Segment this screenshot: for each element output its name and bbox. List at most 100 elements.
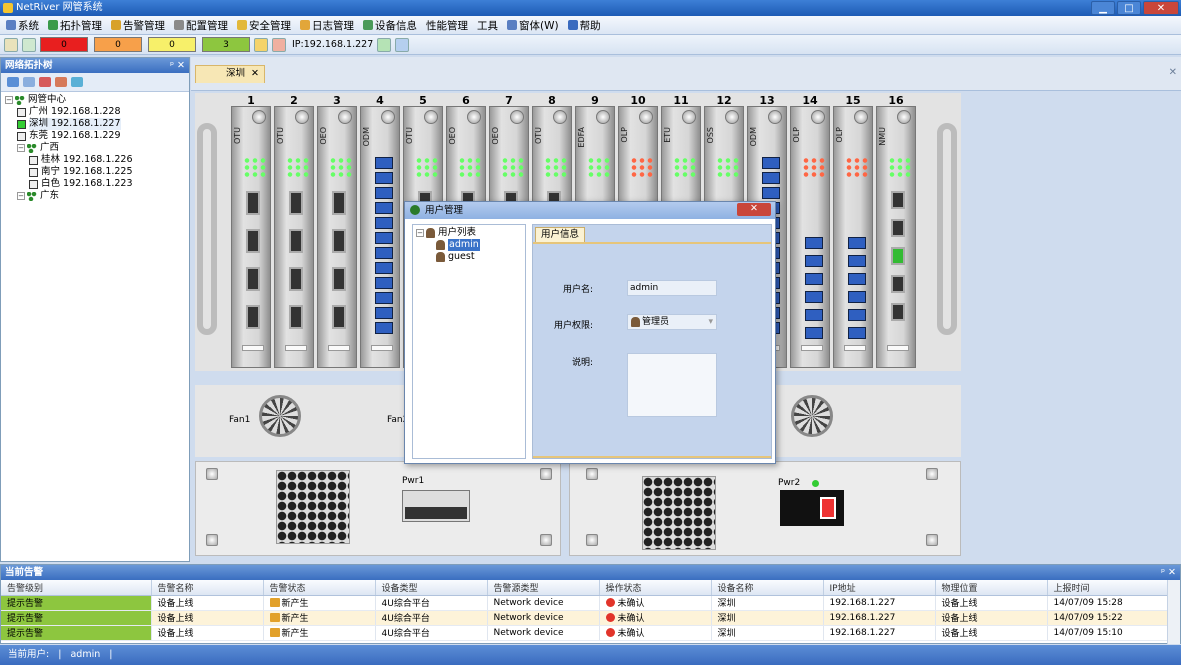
sfp-port[interactable] — [246, 305, 260, 329]
slot-card[interactable]: NMU — [876, 106, 916, 368]
fan-icon[interactable] — [791, 395, 833, 437]
card-handle[interactable] — [242, 345, 264, 351]
optical-port[interactable] — [375, 292, 393, 304]
optical-port[interactable] — [848, 273, 866, 285]
ethernet-port[interactable] — [891, 247, 905, 265]
sfp-port[interactable] — [289, 305, 303, 329]
remove-icon[interactable] — [23, 77, 35, 87]
ethernet-port[interactable] — [891, 303, 905, 321]
sfp-port[interactable] — [332, 305, 346, 329]
alarm-count[interactable]: 0 — [40, 37, 88, 52]
optical-port[interactable] — [375, 232, 393, 244]
optical-port[interactable] — [375, 217, 393, 229]
minimize-button[interactable]: ▁ — [1091, 1, 1115, 15]
menu-item[interactable]: 性能管理 — [426, 18, 468, 33]
tree-item[interactable]: 广州 192.168.1.228 — [5, 106, 189, 118]
optical-port[interactable] — [805, 309, 823, 321]
card-handle[interactable] — [285, 345, 307, 351]
menu-item[interactable]: 设备信息 — [363, 18, 417, 33]
ethernet-port[interactable] — [891, 191, 905, 209]
unlink-icon[interactable] — [55, 77, 67, 87]
optical-port[interactable] — [375, 277, 393, 289]
table-row[interactable]: 提示告警 设备上线 新产生 4U综合平台 Network device 未确认 深圳 192.… — [1, 595, 1168, 611]
optical-port[interactable] — [762, 172, 780, 184]
optical-port[interactable] — [848, 327, 866, 339]
slot-card[interactable]: OLP — [790, 106, 830, 368]
column-header[interactable]: 物理位置 — [935, 580, 1048, 596]
tree-item[interactable]: 白色 192.168.1.223 — [5, 178, 189, 190]
optical-port[interactable] — [375, 322, 393, 334]
fan1-icon[interactable] — [259, 395, 301, 437]
alarm-count[interactable]: 3 — [202, 37, 250, 52]
tree-item[interactable]: − 广东 — [5, 190, 189, 202]
link-icon[interactable] — [39, 77, 51, 87]
tree-item[interactable]: − 网管中心 — [5, 94, 189, 106]
table-row[interactable]: 提示告警 设备上线 新产生 4U综合平台 Network device 未确认 深圳 192.… — [1, 625, 1168, 641]
dialog-close-button[interactable]: ✕ — [737, 203, 771, 216]
optical-port[interactable] — [375, 262, 393, 274]
slot-card[interactable]: ODM — [360, 106, 400, 368]
power-terminal[interactable] — [402, 490, 470, 522]
column-header[interactable]: 告警源类型 — [487, 580, 600, 596]
tab-user-info[interactable]: 用户信息 — [535, 227, 585, 243]
optical-port[interactable] — [805, 255, 823, 267]
sfp-port[interactable] — [246, 191, 260, 215]
column-header[interactable]: 告警状态 — [263, 580, 376, 596]
description-field[interactable] — [627, 353, 717, 417]
tree-item[interactable]: 桂林 192.168.1.226 — [5, 154, 189, 166]
optical-port[interactable] — [848, 255, 866, 267]
column-header[interactable]: 告警名称 — [151, 580, 264, 596]
alarm-count[interactable]: 0 — [94, 37, 142, 52]
sfp-port[interactable] — [289, 229, 303, 253]
optical-port[interactable] — [805, 273, 823, 285]
optical-port[interactable] — [375, 307, 393, 319]
network-icon[interactable] — [22, 37, 36, 52]
card-handle[interactable] — [801, 345, 823, 351]
menu-item[interactable]: 窗体(W) — [507, 18, 559, 33]
optical-port[interactable] — [805, 237, 823, 249]
collapse-icon[interactable]: − — [17, 144, 25, 152]
role-select[interactable]: 管理员 ▾ — [627, 314, 717, 330]
menu-item[interactable]: 拓扑管理 — [48, 18, 102, 33]
optical-port[interactable] — [762, 187, 780, 199]
optical-port[interactable] — [375, 187, 393, 199]
chevron-down-icon[interactable]: ▾ — [708, 315, 713, 329]
optical-port[interactable] — [375, 157, 393, 169]
add-icon[interactable] — [7, 77, 19, 87]
user-item-guest[interactable]: guest — [416, 251, 525, 263]
column-header[interactable]: 操作状态 — [599, 580, 712, 596]
close-window-button[interactable]: ✕ — [1143, 1, 1179, 15]
column-header[interactable]: 设备名称 — [711, 580, 824, 596]
card-handle[interactable] — [328, 345, 350, 351]
sfp-port[interactable] — [246, 267, 260, 291]
menu-item[interactable]: 工具 — [477, 18, 498, 33]
help-icon[interactable] — [395, 37, 410, 52]
menu-item[interactable]: 帮助 — [567, 18, 601, 33]
tree-item[interactable]: 南宁 192.168.1.225 — [5, 166, 189, 178]
power-switch[interactable] — [820, 497, 836, 519]
sfp-port[interactable] — [332, 229, 346, 253]
column-header[interactable]: 设备类型 — [375, 580, 488, 596]
power-socket[interactable] — [780, 490, 844, 526]
panel-pin-close[interactable]: ᵖ ✕ — [170, 58, 185, 73]
optical-port[interactable] — [375, 202, 393, 214]
sfp-port[interactable] — [332, 267, 346, 291]
column-header[interactable]: IP地址 — [823, 580, 936, 596]
optical-port[interactable] — [848, 237, 866, 249]
optical-port[interactable] — [848, 291, 866, 303]
optical-port[interactable] — [375, 247, 393, 259]
ethernet-port[interactable] — [891, 219, 905, 237]
alarms-scrollbar[interactable] — [1167, 580, 1180, 644]
mute-icon[interactable] — [272, 37, 286, 52]
sfp-port[interactable] — [289, 191, 303, 215]
bell-icon[interactable] — [254, 37, 268, 52]
menu-item[interactable]: 日志管理 — [300, 18, 354, 33]
ethernet-port[interactable] — [891, 275, 905, 293]
card-handle[interactable] — [371, 345, 393, 351]
maximize-button[interactable]: □ — [1117, 1, 1141, 15]
optical-port[interactable] — [848, 309, 866, 321]
optical-port[interactable] — [805, 327, 823, 339]
user-list-root[interactable]: − 用户列表 — [416, 227, 525, 239]
optical-port[interactable] — [805, 291, 823, 303]
tree-item[interactable]: − 广西 — [5, 142, 189, 154]
